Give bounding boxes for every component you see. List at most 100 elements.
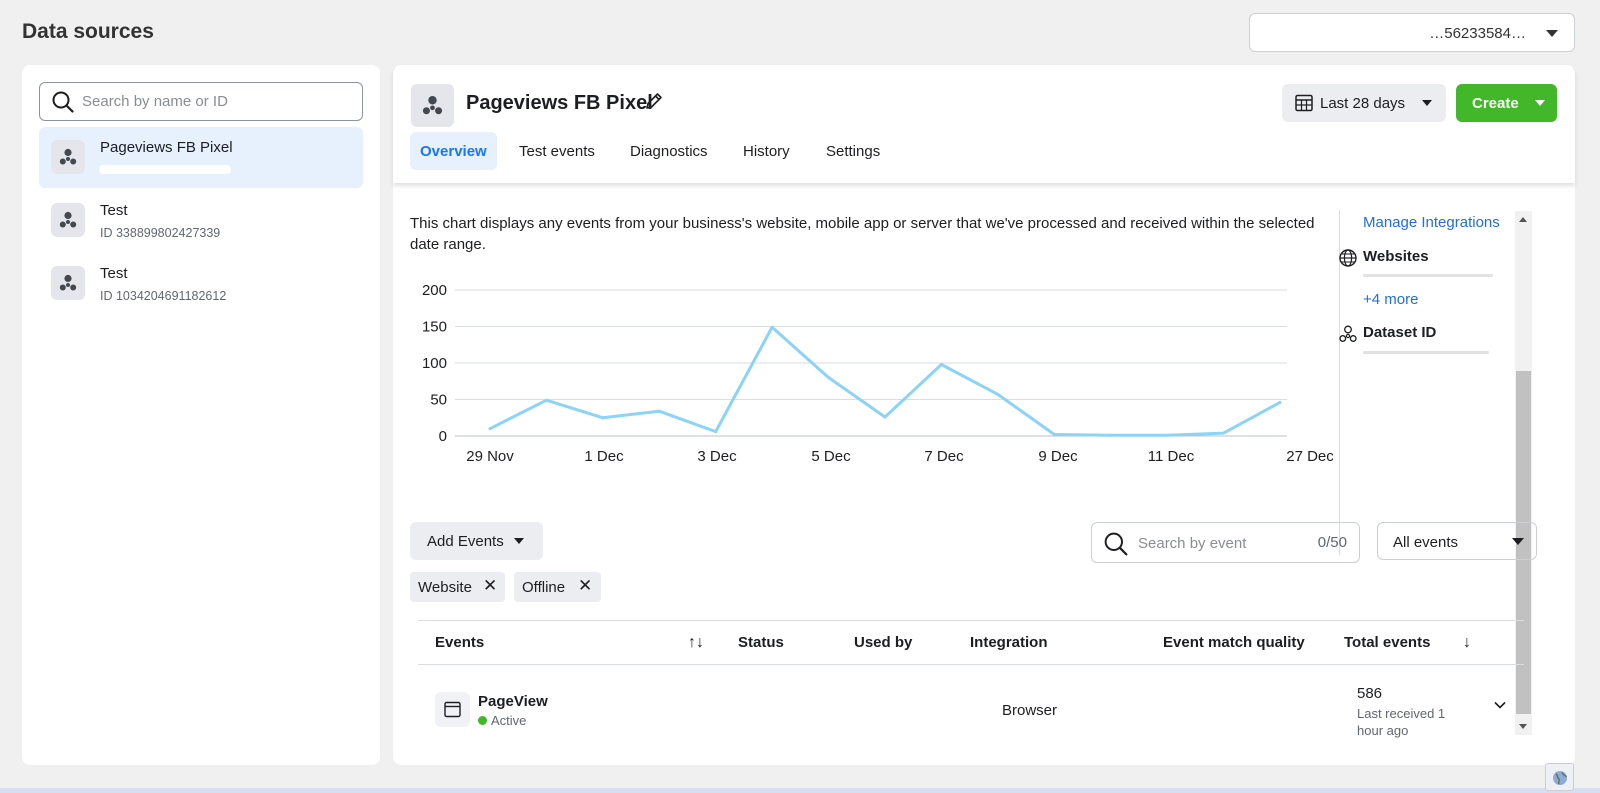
chart-description: This chart displays any events from your… bbox=[410, 215, 1315, 253]
pixel-icon bbox=[51, 140, 85, 174]
data-source-item-test[interactable]: Test ID 338899802427339 bbox=[39, 190, 363, 251]
tab-settings[interactable]: Settings bbox=[816, 132, 890, 170]
data-point bbox=[1109, 433, 1113, 437]
account-selector-value: …56233584… bbox=[1429, 25, 1526, 42]
filter-chip-website: Website ✕ bbox=[410, 572, 505, 602]
manage-integrations-link[interactable]: Manage Integrations bbox=[1363, 214, 1500, 231]
data-source-id: ID 1034204691182612 bbox=[100, 289, 227, 303]
data-source-search-input[interactable] bbox=[82, 83, 352, 120]
sort-descending-icon[interactable]: ↓ bbox=[1463, 634, 1471, 652]
x-tick-label: 29 Nov bbox=[466, 448, 514, 465]
event-search-input[interactable]: Search by event 0/50 bbox=[1091, 522, 1360, 563]
column-header-match-quality[interactable]: Event match quality bbox=[1163, 634, 1305, 651]
data-source-name: Pageviews FB Pixel bbox=[100, 139, 233, 156]
close-icon[interactable]: ✕ bbox=[578, 576, 592, 596]
more-websites-link[interactable]: +4 more bbox=[1363, 291, 1418, 308]
filter-chip-label: Offline bbox=[522, 579, 566, 596]
dataset-id-label: Dataset ID bbox=[1363, 324, 1437, 341]
tab-overview[interactable]: Overview bbox=[410, 132, 497, 170]
data-point bbox=[1222, 431, 1226, 435]
sort-icon[interactable]: ↑↓ bbox=[688, 634, 704, 652]
data-point bbox=[601, 416, 605, 420]
y-tick-label: 100 bbox=[422, 355, 447, 372]
data-source-id: ID 338899802427339 bbox=[100, 226, 221, 240]
y-tick-label: 50 bbox=[430, 392, 447, 409]
detail-header: Pageviews FB Pixel Last 28 days Create O… bbox=[393, 65, 1575, 183]
divider bbox=[418, 664, 1524, 665]
websites-label: Websites bbox=[1363, 248, 1429, 265]
x-tick-label: 1 Dec bbox=[584, 448, 624, 465]
data-sources-list-panel: Pageviews FB Pixel Test ID 3388998024273… bbox=[22, 65, 380, 765]
browser-window-icon bbox=[435, 692, 470, 727]
event-search-placeholder: Search by event bbox=[1138, 535, 1247, 552]
redacted-id bbox=[99, 165, 231, 174]
event-name: PageView bbox=[478, 693, 548, 710]
column-header-used-by[interactable]: Used by bbox=[854, 634, 912, 651]
add-events-button[interactable]: Add Events bbox=[410, 522, 543, 560]
chevron-down-icon[interactable] bbox=[1493, 698, 1507, 717]
event-last-received: Last received 1 hour ago bbox=[1357, 706, 1446, 738]
caret-down-icon bbox=[1535, 100, 1545, 106]
tab-history[interactable]: History bbox=[733, 132, 800, 170]
scroll-up-icon[interactable] bbox=[1519, 217, 1527, 222]
bottom-border bbox=[0, 788, 1600, 793]
scroll-down-icon[interactable] bbox=[1519, 724, 1527, 729]
account-selector[interactable]: …56233584… bbox=[1249, 13, 1575, 52]
filter-chip-offline: Offline ✕ bbox=[514, 572, 601, 602]
data-source-item-test[interactable]: Test ID 1034204691182612 bbox=[39, 253, 363, 314]
scrollbar[interactable] bbox=[1515, 211, 1532, 735]
create-button-label: Create bbox=[1472, 95, 1519, 112]
x-tick-label: 3 Dec bbox=[697, 448, 737, 465]
filter-chip-label: Website bbox=[418, 579, 472, 596]
event-status: Active bbox=[491, 713, 527, 728]
search-icon bbox=[52, 91, 74, 118]
date-range-button[interactable]: Last 28 days bbox=[1282, 84, 1446, 122]
column-header-status[interactable]: Status bbox=[738, 634, 784, 651]
column-header-events[interactable]: Events bbox=[435, 634, 484, 651]
series-line bbox=[489, 325, 1281, 437]
data-point bbox=[939, 362, 943, 366]
create-button[interactable]: Create bbox=[1456, 84, 1557, 122]
data-point bbox=[1052, 433, 1056, 437]
close-icon[interactable]: ✕ bbox=[483, 576, 497, 596]
column-header-integration[interactable]: Integration bbox=[970, 634, 1048, 651]
redacted-website bbox=[1363, 274, 1493, 277]
data-point bbox=[488, 427, 492, 431]
search-icon bbox=[1104, 532, 1128, 561]
globe-icon bbox=[1339, 249, 1357, 272]
edit-pencil-icon[interactable] bbox=[644, 91, 664, 116]
column-header-total-events[interactable]: Total events bbox=[1344, 634, 1430, 651]
pixel-icon bbox=[411, 84, 454, 127]
page-title: Data sources bbox=[22, 20, 154, 43]
language-globe-button[interactable] bbox=[1545, 763, 1574, 791]
events-line-chart: 0 50 100 150 200 29 Nov 1 Dec 3 Dec 5 Dec 7 Dec 9 … bbox=[422, 282, 1333, 465]
data-source-search[interactable] bbox=[39, 82, 363, 121]
data-point bbox=[770, 325, 774, 329]
x-tick-label: 27 Dec bbox=[1286, 448, 1333, 465]
y-tick-label: 0 bbox=[439, 428, 447, 445]
data-source-item-pageviews-fb-pixel[interactable]: Pageviews FB Pixel bbox=[39, 127, 363, 188]
data-source-name: Test bbox=[100, 202, 128, 219]
status-dot bbox=[478, 716, 487, 725]
dataset-icon bbox=[1339, 325, 1357, 348]
data-point bbox=[1278, 400, 1282, 404]
add-events-label: Add Events bbox=[427, 533, 504, 550]
x-tick-label: 11 Dec bbox=[1148, 448, 1195, 465]
data-source-name: Test bbox=[100, 265, 128, 282]
data-point bbox=[544, 398, 548, 402]
pixel-name: Pageviews FB Pixel bbox=[466, 92, 653, 114]
pixel-icon bbox=[51, 266, 85, 300]
data-source-detail-panel: Pageviews FB Pixel Last 28 days Create O… bbox=[393, 65, 1575, 765]
tab-test-events[interactable]: Test events bbox=[509, 132, 605, 170]
x-tick-label: 5 Dec bbox=[811, 448, 851, 465]
divider bbox=[418, 620, 1524, 621]
caret-down-icon bbox=[514, 538, 524, 544]
data-point bbox=[883, 415, 887, 419]
x-tick-label: 9 Dec bbox=[1038, 448, 1078, 465]
tab-diagnostics[interactable]: Diagnostics bbox=[620, 132, 718, 170]
pixel-icon bbox=[51, 203, 85, 237]
data-point bbox=[1165, 433, 1169, 437]
event-filter-select[interactable]: All events bbox=[1377, 522, 1537, 560]
event-filter-value: All events bbox=[1393, 534, 1459, 551]
data-point bbox=[714, 430, 718, 434]
